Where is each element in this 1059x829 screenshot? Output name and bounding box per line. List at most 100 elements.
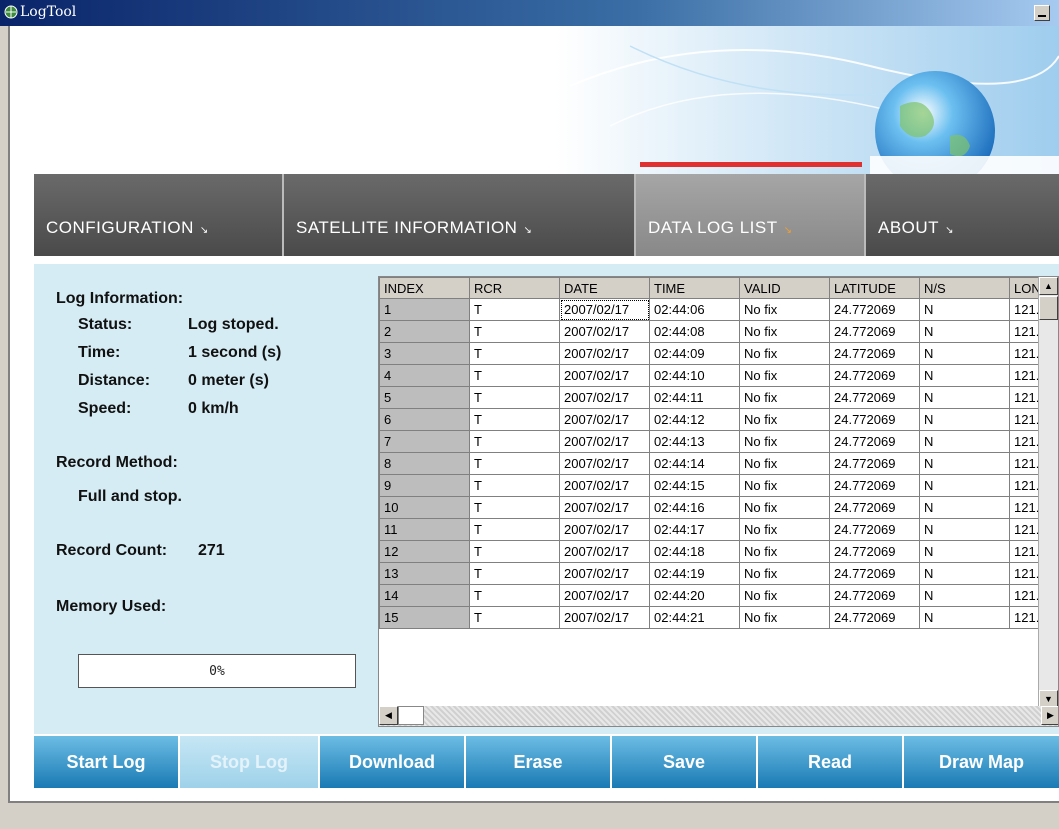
table-cell[interactable]: 24.772069 <box>829 408 920 431</box>
table-cell[interactable]: No fix <box>739 518 830 541</box>
table-cell[interactable]: 02:44:06 <box>649 298 740 321</box>
table-cell[interactable]: T <box>469 320 560 343</box>
table-cell[interactable]: 2007/02/17 <box>559 606 650 629</box>
table-cell[interactable]: T <box>469 562 560 585</box>
table-cell[interactable]: 24.772069 <box>829 298 920 321</box>
table-cell[interactable]: N <box>919 474 1010 497</box>
table-cell[interactable]: N <box>919 430 1010 453</box>
table-cell[interactable]: N <box>919 364 1010 387</box>
column-header[interactable]: INDEX <box>379 277 470 299</box>
table-row[interactable]: 14 T 2007/02/17 02:44:20 No fix 24.772069 N 121… <box>379 584 1050 607</box>
table-row[interactable]: 8 T 2007/02/17 02:44:14 No fix 24.772069 N 121. <box>379 452 1050 475</box>
table-cell[interactable]: 2007/02/17 <box>559 320 650 343</box>
table-cell[interactable]: No fix <box>739 364 830 387</box>
table-row[interactable]: 11 T 2007/02/17 02:44:17 No fix 24.772069 N 121… <box>379 518 1050 541</box>
table-cell[interactable]: N <box>919 562 1010 585</box>
table-cell[interactable]: 02:44:20 <box>649 584 740 607</box>
table-cell[interactable]: T <box>469 540 560 563</box>
table-row[interactable]: 9 T 2007/02/17 02:44:15 No fix 24.772069 N 121. <box>379 474 1050 497</box>
table-cell[interactable]: 24.772069 <box>829 518 920 541</box>
table-cell[interactable]: T <box>469 342 560 365</box>
table-cell[interactable]: 02:44:15 <box>649 474 740 497</box>
table-cell[interactable]: T <box>469 474 560 497</box>
table-cell[interactable]: 2007/02/17 <box>559 408 650 431</box>
column-header[interactable]: N/S <box>919 277 1010 299</box>
table-cell[interactable]: 2 <box>379 320 470 343</box>
table-cell[interactable]: T <box>469 452 560 475</box>
table-cell[interactable]: 2007/02/17 <box>559 452 650 475</box>
table-cell[interactable]: 24.772069 <box>829 474 920 497</box>
table-cell[interactable]: 9 <box>379 474 470 497</box>
table-cell[interactable]: 1 <box>379 298 470 321</box>
table-cell[interactable]: 2007/02/17 <box>559 584 650 607</box>
table-cell[interactable]: 02:44:17 <box>649 518 740 541</box>
vertical-scroll-thumb[interactable] <box>1039 296 1058 320</box>
table-cell[interactable]: T <box>469 386 560 409</box>
table-cell[interactable]: 2007/02/17 <box>559 496 650 519</box>
table-cell[interactable]: No fix <box>739 452 830 475</box>
table-cell[interactable]: 24.772069 <box>829 496 920 519</box>
table-cell[interactable]: 11 <box>379 518 470 541</box>
arrow-right-icon[interactable]: ▶ <box>1041 706 1058 725</box>
table-cell[interactable]: 24.772069 <box>829 364 920 387</box>
table-cell[interactable]: 02:44:14 <box>649 452 740 475</box>
table-cell[interactable]: No fix <box>739 386 830 409</box>
table-cell[interactable]: 2007/02/17 <box>559 474 650 497</box>
table-row[interactable]: 7 T 2007/02/17 02:44:13 No fix 24.772069 N 121. <box>379 430 1050 453</box>
table-cell[interactable]: 02:44:09 <box>649 342 740 365</box>
table-cell[interactable]: T <box>469 408 560 431</box>
table-cell[interactable]: 2007/02/17 <box>559 386 650 409</box>
save-button[interactable]: Save <box>612 736 758 788</box>
table-cell[interactable]: N <box>919 496 1010 519</box>
table-cell[interactable]: 15 <box>379 606 470 629</box>
table-cell[interactable]: N <box>919 584 1010 607</box>
vertical-scrollbar[interactable]: ▲ ▼ <box>1038 277 1058 708</box>
table-cell[interactable]: T <box>469 364 560 387</box>
table-cell[interactable]: No fix <box>739 474 830 497</box>
table-row[interactable]: 3 T 2007/02/17 02:44:09 No fix 24.772069 N 121. <box>379 342 1050 365</box>
table-row[interactable]: 4 T 2007/02/17 02:44:10 No fix 24.772069 N 121. <box>379 364 1050 387</box>
tab-configuration[interactable]: CONFIGURATION ↘ <box>34 174 284 256</box>
table-cell[interactable]: 2007/02/17 <box>559 298 650 321</box>
data-log-grid[interactable]: INDEX RCR DATE TIME VALID LATITUDE N/S LON 1 T 20… <box>378 276 1059 727</box>
table-cell[interactable]: No fix <box>739 540 830 563</box>
table-cell[interactable]: 24.772069 <box>829 430 920 453</box>
table-cell[interactable]: 02:44:08 <box>649 320 740 343</box>
column-header[interactable]: VALID <box>739 277 830 299</box>
table-cell[interactable]: No fix <box>739 496 830 519</box>
table-cell[interactable]: 4 <box>379 364 470 387</box>
download-button[interactable]: Download <box>320 736 466 788</box>
table-cell[interactable]: 24.772069 <box>829 320 920 343</box>
table-row[interactable]: 2 T 2007/02/17 02:44:08 No fix 24.772069 N 121. <box>379 320 1050 343</box>
table-cell[interactable]: 24.772069 <box>829 452 920 475</box>
arrow-left-icon[interactable]: ◀ <box>379 706 398 725</box>
table-cell[interactable]: 02:44:16 <box>649 496 740 519</box>
table-cell[interactable]: T <box>469 430 560 453</box>
table-cell[interactable]: 24.772069 <box>829 584 920 607</box>
table-cell[interactable]: 7 <box>379 430 470 453</box>
table-cell[interactable]: N <box>919 298 1010 321</box>
table-row[interactable]: 15 T 2007/02/17 02:44:21 No fix 24.772069 N 121… <box>379 606 1050 629</box>
column-header[interactable]: RCR <box>469 277 560 299</box>
tab-data-log-list[interactable]: DATA LOG LIST ↘ <box>636 174 866 256</box>
column-header[interactable]: TIME <box>649 277 740 299</box>
table-cell[interactable]: N <box>919 518 1010 541</box>
table-cell[interactable]: 10 <box>379 496 470 519</box>
arrow-up-icon[interactable]: ▲ <box>1039 277 1058 295</box>
start-log-button[interactable]: Start Log <box>34 736 180 788</box>
table-cell[interactable]: No fix <box>739 562 830 585</box>
table-cell[interactable]: 02:44:21 <box>649 606 740 629</box>
table-cell[interactable]: T <box>469 496 560 519</box>
table-cell[interactable]: 8 <box>379 452 470 475</box>
draw-map-button[interactable]: Draw Map <box>904 736 1059 788</box>
table-row[interactable]: 13 T 2007/02/17 02:44:19 No fix 24.772069 N 121… <box>379 562 1050 585</box>
stop-log-button[interactable]: Stop Log <box>180 736 320 788</box>
table-cell[interactable]: No fix <box>739 606 830 629</box>
table-cell[interactable]: 13 <box>379 562 470 585</box>
table-cell[interactable]: T <box>469 298 560 321</box>
table-cell[interactable]: 2007/02/17 <box>559 342 650 365</box>
table-row[interactable]: 6 T 2007/02/17 02:44:12 No fix 24.772069 N 121. <box>379 408 1050 431</box>
table-cell[interactable]: 24.772069 <box>829 342 920 365</box>
table-cell[interactable]: 24.772069 <box>829 606 920 629</box>
table-cell[interactable]: No fix <box>739 320 830 343</box>
